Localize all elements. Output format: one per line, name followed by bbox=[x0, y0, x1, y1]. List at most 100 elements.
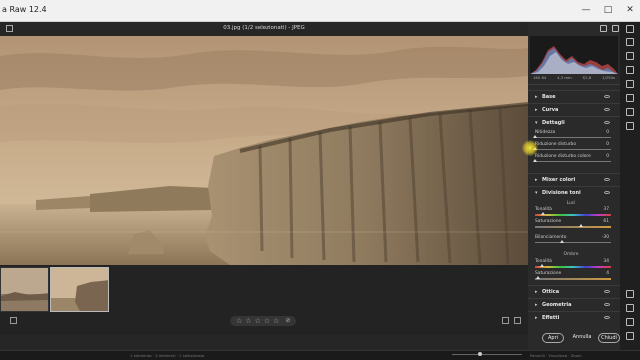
noise-reduction-label: Riduzione disturbo bbox=[535, 142, 577, 147]
slider-handle[interactable] bbox=[536, 276, 541, 279]
eye-icon[interactable] bbox=[604, 121, 610, 124]
color-noise-value[interactable]: 0 bbox=[606, 154, 609, 159]
snapshots-icon[interactable] bbox=[626, 108, 634, 116]
photo-preview[interactable] bbox=[0, 36, 528, 265]
color-noise-slider[interactable]: Riduzione disturbo colore 0 bbox=[533, 154, 613, 164]
healing-icon[interactable] bbox=[626, 52, 634, 60]
presets-icon[interactable] bbox=[626, 94, 634, 102]
eye-icon[interactable] bbox=[604, 316, 610, 319]
highlights-hue-value[interactable]: 37 bbox=[603, 207, 609, 212]
chevron-down-icon: ▾ bbox=[535, 190, 538, 196]
eye-icon[interactable] bbox=[604, 191, 610, 194]
eye-icon[interactable] bbox=[604, 290, 610, 293]
balance-value[interactable]: -30 bbox=[602, 235, 609, 240]
panel-curve[interactable]: ▸ Curva bbox=[528, 103, 620, 115]
star-5[interactable]: ☆ bbox=[273, 317, 279, 325]
clear-rating-icon[interactable]: ⊘ bbox=[285, 317, 290, 325]
highlights-saturation-value[interactable]: 61 bbox=[603, 219, 609, 224]
slider-handle[interactable] bbox=[533, 135, 537, 138]
filmstrip: ☆ ☆ ☆ ☆ ☆ ⊘ Adobe RGB (1998) - 8 bit - 7… bbox=[0, 265, 528, 359]
filmstrip-view-icon[interactable] bbox=[10, 317, 17, 324]
maximize-button[interactable]: □ bbox=[602, 4, 614, 16]
sharpening-value[interactable]: 0 bbox=[606, 130, 609, 135]
eye-icon[interactable] bbox=[604, 95, 610, 98]
star-1[interactable]: ☆ bbox=[236, 317, 242, 325]
mask-icon[interactable] bbox=[626, 66, 634, 74]
highlights-hue-slider[interactable]: Tonalità 37 bbox=[533, 207, 613, 217]
sharpening-slider[interactable]: Nitidezza 0 bbox=[533, 130, 613, 140]
cancel-button[interactable]: Annulla bbox=[572, 333, 592, 343]
slider-track bbox=[535, 149, 611, 150]
close-window-button[interactable]: ✕ bbox=[624, 4, 636, 16]
highlights-heading: Luci bbox=[566, 201, 576, 206]
hue-track bbox=[535, 214, 611, 216]
cursor-highlight bbox=[522, 140, 538, 156]
eye-icon[interactable] bbox=[604, 178, 610, 181]
noise-reduction-slider[interactable]: Riduzione disturbo 0 bbox=[533, 142, 613, 152]
shadows-saturation-slider[interactable]: Saturazione 4 bbox=[533, 271, 613, 281]
minimize-button[interactable]: — bbox=[580, 4, 592, 16]
panel-details[interactable]: ▾ Dettagli bbox=[528, 116, 620, 128]
slider-handle[interactable] bbox=[579, 224, 584, 227]
zoom-icon[interactable] bbox=[626, 304, 634, 312]
compare-icon[interactable] bbox=[502, 317, 509, 324]
sampler-icon[interactable] bbox=[626, 318, 634, 326]
more-icon[interactable] bbox=[626, 122, 634, 130]
before-after-icon[interactable] bbox=[514, 317, 521, 324]
thumbnail-2-selected[interactable] bbox=[50, 267, 109, 312]
status-right-text: Pannelli · Visualizza · Zoom bbox=[530, 353, 582, 358]
dialog-buttons: Apri Annulla Chiudi bbox=[528, 328, 620, 350]
status-text: 1 elemento · 2 elementi · 1 selezionato bbox=[130, 353, 205, 358]
hand-icon[interactable] bbox=[626, 290, 634, 298]
window-controls: — □ ✕ bbox=[580, 4, 636, 16]
hue-track bbox=[535, 266, 611, 268]
panel-optics[interactable]: ▸ Ottica bbox=[528, 285, 620, 297]
gear-icon[interactable] bbox=[612, 25, 619, 32]
slider-handle[interactable] bbox=[540, 212, 545, 215]
slider-handle[interactable] bbox=[539, 264, 544, 267]
save-icon[interactable] bbox=[600, 25, 607, 32]
shadows-saturation-value[interactable]: 4 bbox=[606, 271, 609, 276]
chevron-right-icon: ▸ bbox=[535, 94, 538, 100]
saturation-track bbox=[535, 226, 611, 228]
panel-color-mixer[interactable]: ▸ Mixer colori bbox=[528, 173, 620, 185]
title-bar: a Raw 12.4 — □ ✕ bbox=[0, 0, 640, 22]
balance-slider[interactable]: Bilanciamento -30 bbox=[533, 235, 613, 245]
photo-image bbox=[0, 36, 528, 265]
close-button[interactable]: Chiudi bbox=[598, 333, 620, 343]
shadows-hue-slider[interactable]: Tonalità 34 bbox=[533, 259, 613, 269]
panel-base[interactable]: ▸ Base bbox=[528, 90, 620, 102]
crop-icon[interactable] bbox=[626, 38, 634, 46]
iso-value: 160 64 bbox=[533, 75, 547, 80]
panel-details-label: Dettagli bbox=[542, 120, 565, 126]
star-2[interactable]: ☆ bbox=[245, 317, 251, 325]
edit-icon[interactable] bbox=[626, 25, 634, 33]
panel-optics-label: Ottica bbox=[542, 289, 560, 295]
zoom-slider-handle[interactable] bbox=[478, 352, 482, 356]
panel-effects-label: Effetti bbox=[542, 315, 560, 321]
star-rating: ☆ ☆ ☆ ☆ ☆ ⊘ bbox=[230, 316, 297, 326]
eye-icon[interactable] bbox=[604, 303, 610, 306]
slider-handle[interactable] bbox=[559, 240, 564, 243]
file-title: 03.jpg (1/2 selezionati) - JPEG bbox=[223, 25, 305, 31]
tool-strip bbox=[620, 22, 640, 350]
highlights-saturation-label: Saturazione bbox=[535, 219, 562, 224]
red-eye-icon[interactable] bbox=[626, 80, 634, 88]
star-3[interactable]: ☆ bbox=[255, 317, 261, 325]
zoom-slider-track[interactable] bbox=[452, 354, 522, 355]
panel-split-toning[interactable]: ▾ Divisione toni bbox=[528, 186, 620, 198]
star-4[interactable]: ☆ bbox=[264, 317, 270, 325]
grid-icon[interactable] bbox=[626, 332, 634, 340]
highlights-saturation-slider[interactable]: Saturazione 61 bbox=[533, 219, 613, 229]
slider-track bbox=[535, 137, 611, 138]
camera-raw-window: a Raw 12.4 — □ ✕ 03.jpg (1/2 selezionati… bbox=[0, 0, 640, 360]
noise-reduction-value[interactable]: 0 bbox=[606, 142, 609, 147]
panel-effects[interactable]: ▸ Effetti bbox=[528, 311, 620, 323]
chevron-down-icon: ▾ bbox=[535, 120, 538, 126]
slider-handle[interactable] bbox=[533, 159, 537, 162]
thumbnail-1[interactable] bbox=[0, 267, 49, 312]
eye-icon[interactable] bbox=[604, 108, 610, 111]
shadows-hue-value[interactable]: 34 bbox=[603, 259, 609, 264]
open-button[interactable]: Apri bbox=[542, 333, 564, 343]
panel-geometry[interactable]: ▸ Geometria bbox=[528, 298, 620, 310]
